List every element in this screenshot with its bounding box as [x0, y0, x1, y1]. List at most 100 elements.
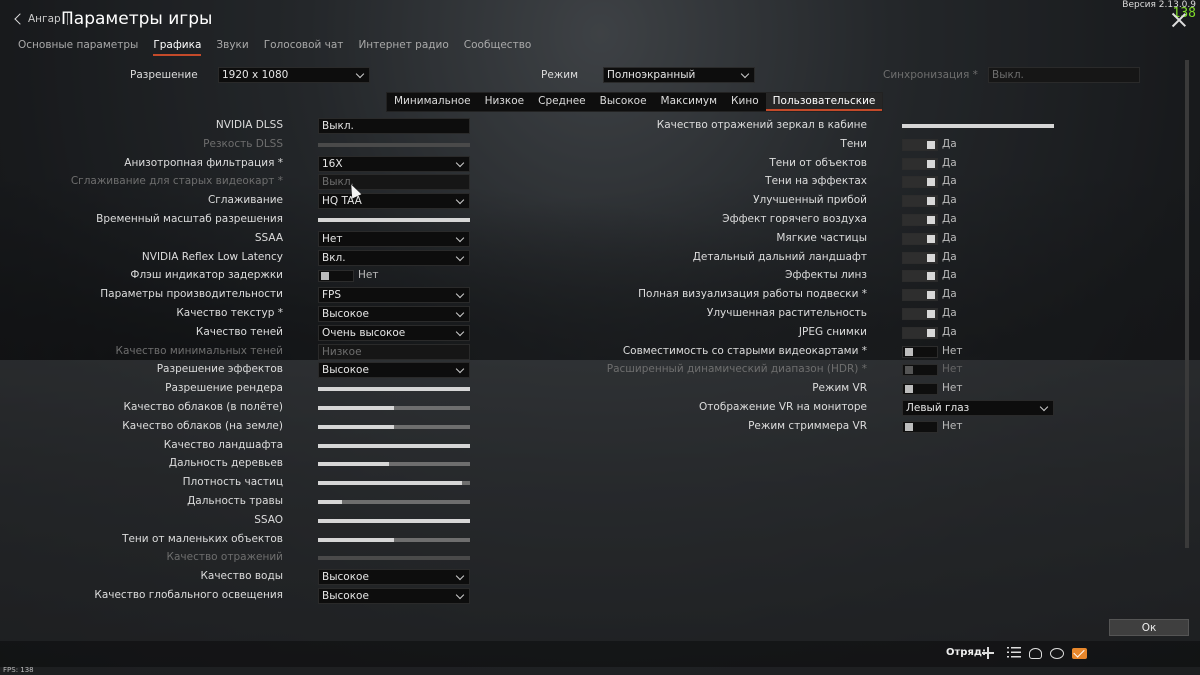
- slider-fill: [318, 481, 463, 486]
- toggle-knob: [927, 272, 935, 281]
- setting-toggle[interactable]: [902, 138, 938, 151]
- toggle-value: Да: [942, 307, 957, 319]
- close-icon[interactable]: [1172, 13, 1186, 27]
- preset-cinema[interactable]: Кино: [724, 93, 766, 111]
- toggle-value: Нет: [942, 363, 963, 376]
- toggle-knob: [905, 422, 913, 431]
- resolution-label: Разрешение: [130, 69, 198, 81]
- friends-icon[interactable]: [1029, 648, 1042, 659]
- setting-toggle[interactable]: [902, 345, 938, 358]
- setting-toggle[interactable]: [902, 326, 938, 339]
- slider-fill: [318, 443, 470, 448]
- tab-internet-radio[interactable]: Интернет радио: [358, 39, 448, 56]
- toggle-value: Нет: [942, 344, 963, 357]
- tab-voice-chat[interactable]: Голосовой чат: [264, 39, 344, 56]
- setting-toggle[interactable]: [902, 157, 938, 170]
- scrollbar[interactable]: [1185, 60, 1189, 548]
- setting-slider[interactable]: [318, 443, 470, 448]
- page-title: Параметры игры: [61, 9, 213, 29]
- toggle-knob: [905, 385, 913, 394]
- sync-label: Синхронизация *: [883, 69, 978, 81]
- chevron-down-icon: [740, 69, 750, 79]
- resolution-value: 1920 x 1080: [222, 69, 289, 81]
- slider-fill: [318, 537, 394, 542]
- preset-low[interactable]: Низкое: [478, 93, 532, 111]
- toggle-knob: [927, 234, 935, 243]
- preset-max[interactable]: Максимум: [654, 93, 725, 111]
- setting-dropdown[interactable]: Левый глаз: [902, 400, 1054, 416]
- setting-slider[interactable]: [318, 481, 470, 486]
- right_settings-label: Режим VR: [812, 382, 867, 395]
- toggle-knob: [927, 140, 935, 149]
- toggle-value: Да: [942, 137, 957, 150]
- list-icon[interactable]: [1007, 646, 1021, 660]
- toggle-knob: [927, 197, 935, 206]
- setting-slider[interactable]: [318, 462, 470, 467]
- chevron-left-icon: [14, 12, 26, 25]
- preset-medium[interactable]: Среднее: [531, 93, 593, 111]
- left_settings-label: Плотность частиц: [182, 476, 283, 489]
- setting-slider[interactable]: [318, 500, 470, 504]
- left_settings-label: Дальность травы: [187, 495, 283, 507]
- mode-value: Полноэкранный: [607, 69, 696, 81]
- mode-label: Режим: [541, 69, 578, 81]
- setting-toggle[interactable]: [902, 232, 938, 245]
- setting-toggle[interactable]: [902, 420, 938, 433]
- add-squad-icon[interactable]: [981, 646, 995, 660]
- chevron-down-icon: [1039, 402, 1049, 412]
- tab-graphics[interactable]: Графика: [153, 39, 202, 56]
- setting-toggle[interactable]: [902, 308, 938, 320]
- setting-toggle[interactable]: [902, 195, 938, 208]
- setting-value: Левый глаз: [906, 402, 970, 414]
- setting-slider[interactable]: [318, 518, 470, 523]
- squad-label: Отряд:: [946, 647, 986, 658]
- toggle-knob: [927, 159, 935, 168]
- mode-dropdown[interactable]: Полноэкранный: [603, 67, 755, 83]
- chat-icon[interactable]: [1050, 648, 1064, 659]
- setting-slider[interactable]: [902, 124, 1054, 128]
- setting-toggle[interactable]: [902, 214, 938, 226]
- left_settings-label: Качество отражений: [166, 551, 283, 564]
- ok-button[interactable]: Ок: [1109, 619, 1189, 636]
- settings-tabs: Основные параметры Графика Звуки Голосов…: [18, 39, 546, 56]
- setting-value: Высокое: [322, 571, 369, 584]
- left_settings-label: Качество глобального освещения: [94, 589, 283, 601]
- right_settings-label: Тени от объектов: [769, 156, 867, 169]
- setting-toggle[interactable]: [902, 383, 938, 396]
- setting-value: Высокое: [322, 590, 369, 602]
- right_settings-label: JPEG снимки: [798, 325, 867, 338]
- tab-sound[interactable]: Звуки: [216, 39, 248, 56]
- left_settings-label: Качество воды: [200, 570, 283, 583]
- setting-dropdown[interactable]: Высокое: [318, 588, 470, 604]
- preset-high[interactable]: Высокое: [593, 93, 654, 111]
- setting-toggle[interactable]: [902, 289, 938, 302]
- right_settings-label: Режим стриммера VR: [748, 419, 867, 432]
- mail-icon[interactable]: [1072, 648, 1087, 659]
- setting-toggle[interactable]: [902, 251, 938, 264]
- setting-toggle[interactable]: [902, 270, 938, 283]
- right_settings-label: Мягкие частицы: [776, 231, 867, 244]
- left_settings-label: Качество ландшафта: [163, 438, 283, 451]
- tab-general[interactable]: Основные параметры: [18, 39, 138, 56]
- toggle-knob: [905, 347, 913, 356]
- tab-community[interactable]: Сообщество: [464, 39, 532, 56]
- right_settings-label: Улучшенная растительность: [706, 307, 867, 319]
- setting-dropdown[interactable]: Высокое: [318, 569, 470, 586]
- setting-slider[interactable]: [318, 537, 470, 542]
- preset-custom[interactable]: Пользовательские: [765, 93, 883, 111]
- toggle-value: Да: [942, 269, 957, 282]
- sync-field: Выкл.: [988, 67, 1140, 83]
- slider-fill: [318, 518, 470, 523]
- setting-toggle[interactable]: [902, 176, 938, 189]
- resolution-dropdown[interactable]: 1920 x 1080: [218, 67, 370, 83]
- setting-toggle: [902, 364, 938, 377]
- slider-fill: [318, 500, 343, 504]
- toggle-knob: [927, 291, 935, 300]
- right_settings-label: Качество отражений зеркал в кабине: [656, 119, 867, 131]
- right_settings-label: Детальный дальний ландшафт: [692, 250, 867, 263]
- left_settings-label: Тени от маленьких объектов: [122, 532, 283, 545]
- right_settings-label: Совместимость со старыми видеокартами *: [622, 344, 867, 357]
- preset-minimal[interactable]: Минимальное: [387, 93, 478, 111]
- back-to-hangar-button[interactable]: Ангар: [14, 12, 68, 25]
- toggle-knob: [927, 216, 935, 224]
